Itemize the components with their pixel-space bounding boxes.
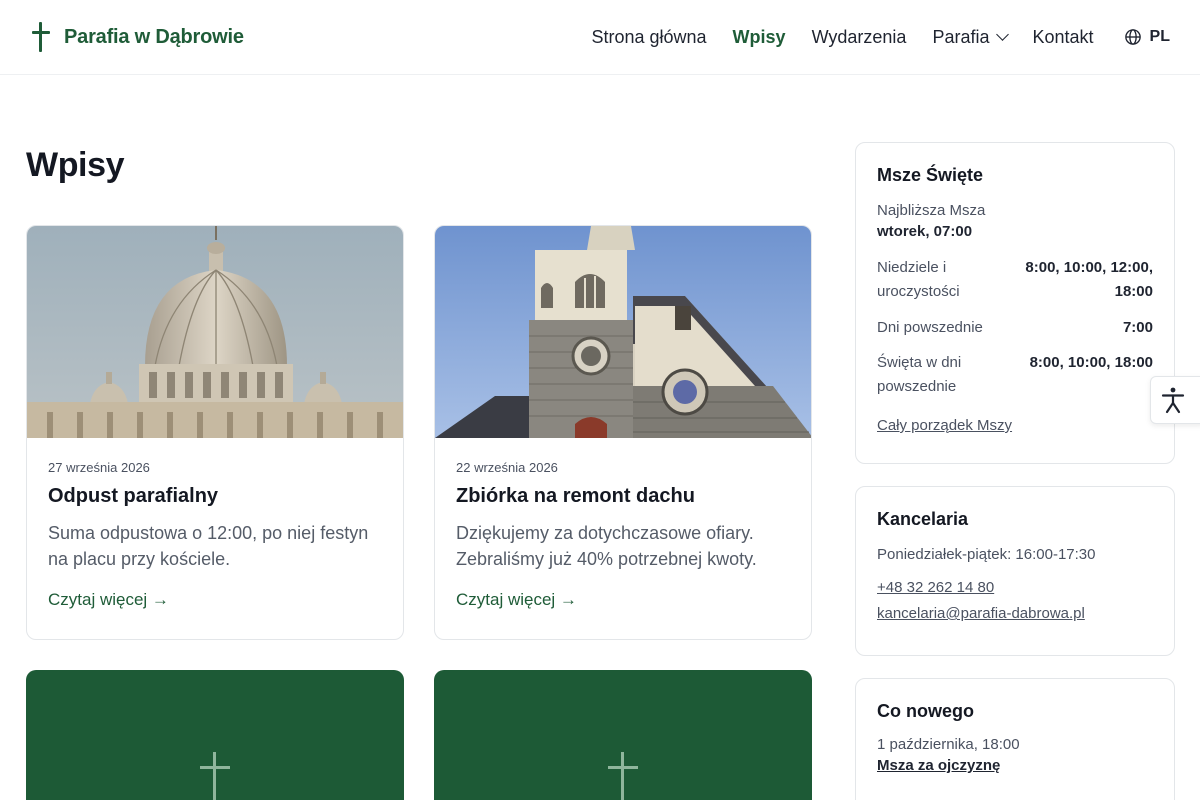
post-date: 22 września 2026 — [456, 460, 558, 475]
news-card: Co nowego 1 października, 18:00 Msza za … — [855, 678, 1175, 800]
cross-icon — [608, 752, 638, 800]
post-excerpt: Dziękujemy za dotychczasowe ofiary. Zebr… — [456, 523, 757, 569]
next-mass-value: wtorek, 07:00 — [877, 223, 973, 240]
post-date: 27 września 2026 — [48, 460, 150, 475]
post-title[interactable]: Odpust parafialny — [48, 485, 382, 508]
schedule-label: Niedziele i uroczystości — [877, 259, 960, 300]
language-label: PL — [1149, 28, 1170, 45]
parish-office-card: Kancelaria Poniedziałek-piątek: 16:00-17… — [855, 486, 1175, 656]
post-card-placeholder[interactable] — [26, 670, 404, 800]
brand-name: Parafia w Dąbrowie — [64, 25, 244, 48]
cross-icon — [30, 22, 52, 52]
site-header: Parafia w Dąbrowie Strona główna Wpisy W… — [0, 0, 1200, 75]
office-phone-link[interactable]: +48 32 262 14 80 — [877, 579, 994, 596]
next-mass-label: Najbliższa Msza — [877, 202, 986, 219]
full-mass-schedule-link[interactable]: Cały porządek Mszy — [877, 417, 1012, 434]
schedule-value: 7:00 — [1122, 319, 1153, 336]
schedule-row: Niedziele i uroczystości 8:00, 10:00, 12… — [877, 256, 1153, 304]
nav-home[interactable]: Strona główna — [591, 27, 706, 48]
nav-parish-label: Parafia — [932, 26, 990, 47]
schedule-value: 8:00, 10:00, 12:00, 18:00 — [1025, 259, 1153, 300]
post-image-basilica[interactable] — [27, 226, 403, 438]
brand[interactable]: Parafia w Dąbrowie — [30, 22, 244, 52]
cross-icon — [200, 752, 230, 800]
news-item-date: 1 października, 18:00 — [877, 736, 1020, 753]
post-title[interactable]: Zbiórka na remont dachu — [456, 485, 790, 508]
news-item-link[interactable]: Msza za ojczyznę — [877, 757, 1000, 774]
parish-office-title: Kancelaria — [877, 509, 969, 529]
page-title: Wpisy — [26, 146, 125, 184]
post-card-placeholder[interactable] — [434, 670, 812, 800]
language-switcher[interactable]: PL — [1124, 28, 1170, 46]
post-excerpt: Suma odpustowa o 12:00, po niej festyn n… — [48, 523, 369, 569]
schedule-label: Dni powszednie — [877, 319, 983, 336]
nav-contact[interactable]: Kontakt — [1033, 27, 1094, 48]
nav-events[interactable]: Wydarzenia — [812, 27, 907, 48]
read-more-link[interactable]: Czytaj więcej → — [48, 590, 169, 610]
post-card[interactable]: 27 września 2026 Odpust parafialny Suma … — [26, 225, 404, 640]
nav-posts[interactable]: Wpisy — [733, 27, 786, 48]
schedule-row: Święta w dni powszednie 8:00, 10:00, 18:… — [877, 351, 1153, 399]
globe-icon — [1124, 29, 1141, 45]
office-hours: Poniedziałek-piątek: 16:00-17:30 — [877, 546, 1096, 563]
mass-schedule-card: Msze Święte Najbliższa Msza wtorek, 07:0… — [855, 142, 1175, 464]
schedule-value: 8:00, 10:00, 18:00 — [1029, 354, 1153, 371]
mass-schedule-title: Msze Święte — [877, 165, 984, 185]
read-more-link[interactable]: Czytaj więcej → — [456, 590, 577, 610]
nav-parish[interactable]: Parafia — [932, 26, 1009, 48]
post-image-church[interactable] — [435, 226, 811, 438]
accessibility-button[interactable] — [1150, 376, 1200, 424]
post-card-body: 27 września 2026 Odpust parafialny Suma … — [27, 438, 403, 610]
main-nav: Strona główna Wpisy Wydarzenia Parafia K… — [565, 24, 1170, 50]
office-email-link[interactable]: kancelaria@parafia-dabrowa.pl — [877, 605, 1085, 622]
chevron-down-icon — [995, 28, 1009, 41]
post-card-body: 22 września 2026 Zbiórka na remont dachu… — [435, 438, 811, 610]
schedule-row: Dni powszednie 7:00 — [877, 316, 1153, 340]
accessibility-icon — [1161, 387, 1185, 414]
post-card[interactable]: 22 września 2026 Zbiórka na remont dachu… — [434, 225, 812, 640]
schedule-label: Święta w dni powszednie — [877, 354, 962, 395]
news-title: Co nowego — [877, 701, 974, 721]
